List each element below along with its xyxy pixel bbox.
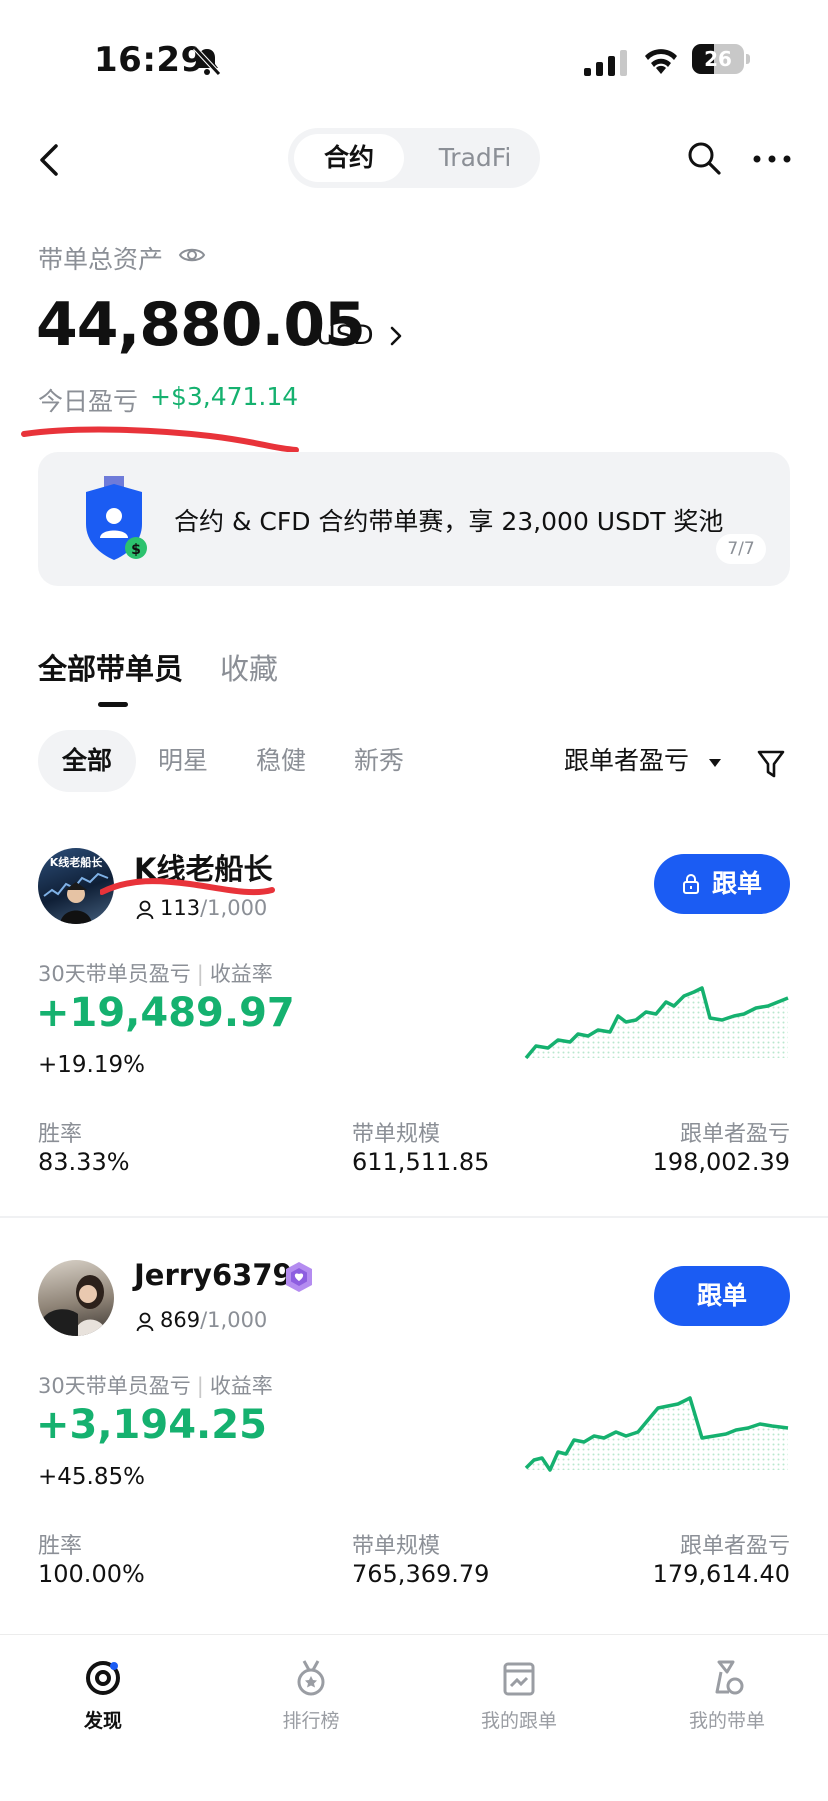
tab-all-traders[interactable]: 全部带单员 bbox=[38, 646, 183, 688]
assets-label: 带单总资产 bbox=[38, 245, 164, 274]
discover-icon bbox=[86, 1661, 120, 1695]
banner-text: 合约 & CFD 合约带单赛，享 23,000 USDT 奖池 bbox=[174, 507, 724, 536]
battery-indicator: 26 bbox=[692, 44, 752, 76]
nav-ranking[interactable]: 排行榜 bbox=[236, 1658, 386, 1733]
avatar-photo-image bbox=[42, 1275, 108, 1336]
followers-capacity: /1,000 bbox=[200, 1308, 268, 1332]
roi-label-text: 收益率 bbox=[209, 1374, 273, 1398]
active-tab-indicator bbox=[98, 702, 128, 707]
filter-icon[interactable] bbox=[756, 748, 786, 780]
more-icon[interactable] bbox=[752, 154, 792, 164]
pnl30-label-text: 30天带单员盈亏 bbox=[38, 1374, 191, 1398]
my-copy-icon bbox=[503, 1662, 535, 1696]
ranking-icon bbox=[297, 1660, 325, 1696]
followers-current: 113 bbox=[160, 896, 201, 920]
today-pnl-label: 今日盈亏 bbox=[38, 387, 139, 416]
pnl30-value: +19,489.97 bbox=[36, 990, 295, 1036]
roi-value: +19.19% bbox=[38, 1052, 145, 1078]
followers-icon bbox=[136, 900, 154, 920]
sort-dropdown[interactable]: 跟单者盈亏 bbox=[564, 730, 689, 792]
eye-icon[interactable] bbox=[178, 244, 206, 266]
followers-icon bbox=[136, 1312, 154, 1332]
chip-all[interactable]: 全部 bbox=[38, 730, 136, 792]
pnl-sparkline bbox=[524, 986, 789, 1060]
avatar-caption: K线老船长 bbox=[50, 855, 104, 869]
caret-down-icon[interactable] bbox=[708, 758, 722, 768]
stat-winrate-label: 胜率 bbox=[38, 1122, 83, 1147]
trader-name[interactable]: Jerry6379 bbox=[134, 1258, 293, 1292]
stat-scale-label: 带单规模 bbox=[352, 1534, 441, 1559]
stat-winrate-value: 83.33% bbox=[38, 1148, 130, 1176]
stat-follower-pnl-value: 198,002.39 bbox=[652, 1148, 790, 1176]
copy-trade-label: 跟单 bbox=[696, 1281, 747, 1310]
nav-label: 排行榜 bbox=[282, 1710, 340, 1732]
card-divider bbox=[0, 1216, 828, 1218]
roi-value: +45.85% bbox=[38, 1464, 145, 1490]
nav-discover[interactable]: 发现 bbox=[28, 1658, 178, 1733]
chevron-right-icon[interactable] bbox=[388, 324, 404, 348]
chip-newcomer[interactable]: 新秀 bbox=[354, 730, 404, 792]
copy-trade-label: 跟单 bbox=[711, 869, 762, 898]
followers-count: 869/1,000 bbox=[160, 1308, 267, 1332]
stat-scale-value: 765,369.79 bbox=[352, 1560, 490, 1588]
avatar[interactable] bbox=[38, 1260, 114, 1336]
nav-label: 我的跟单 bbox=[480, 1710, 557, 1732]
back-arrow-icon[interactable] bbox=[34, 140, 64, 180]
banner-page-counter: 7/7 bbox=[716, 534, 766, 564]
stat-follower-pnl-value: 179,614.40 bbox=[652, 1560, 790, 1588]
wifi-icon bbox=[645, 49, 677, 74]
followers-current: 869 bbox=[160, 1308, 201, 1332]
nav-my-copy[interactable]: 我的跟单 bbox=[444, 1658, 594, 1733]
tab-tradfi[interactable]: TradFi bbox=[420, 134, 530, 182]
status-time: 16:29 bbox=[94, 40, 205, 80]
signal-icon bbox=[584, 50, 627, 76]
nav-label: 我的带单 bbox=[688, 1710, 765, 1732]
stat-follower-pnl-label: 跟单者盈亏 bbox=[679, 1534, 790, 1559]
copy-trade-button[interactable]: 跟单 bbox=[654, 1266, 790, 1326]
chip-star[interactable]: 明星 bbox=[158, 730, 208, 792]
tab-contract[interactable]: 合约 bbox=[294, 134, 404, 182]
bell-muted-icon bbox=[193, 46, 221, 76]
followers-capacity: /1,000 bbox=[200, 896, 268, 920]
assets-unit: USD bbox=[316, 320, 374, 351]
stat-follower-pnl-label: 跟单者盈亏 bbox=[679, 1122, 790, 1147]
stat-winrate-label: 胜率 bbox=[38, 1534, 83, 1559]
nav-my-lead[interactable]: 我的带单 bbox=[652, 1658, 802, 1733]
pnl30-value: +3,194.25 bbox=[36, 1402, 267, 1448]
nav-label: 发现 bbox=[83, 1710, 122, 1732]
lock-icon bbox=[682, 874, 699, 894]
stat-winrate-value: 100.00% bbox=[38, 1560, 145, 1588]
today-pnl-value: +$3,471.14 bbox=[150, 382, 299, 411]
tab-favorites[interactable]: 收藏 bbox=[220, 646, 278, 688]
followers-count: 113/1,000 bbox=[160, 896, 267, 920]
svg-text:$: $ bbox=[131, 542, 141, 558]
pnl-sparkline bbox=[524, 1396, 789, 1472]
search-icon[interactable] bbox=[686, 140, 722, 176]
stat-scale-value: 611,511.85 bbox=[352, 1148, 490, 1176]
stat-scale-label: 带单规模 bbox=[352, 1122, 441, 1147]
my-lead-icon bbox=[715, 1660, 744, 1695]
roi-label-text: 收益率 bbox=[209, 962, 273, 986]
pnl30-label: 30天带单员盈亏 | 收益率 bbox=[38, 1374, 273, 1398]
copy-trade-button[interactable]: 跟单 bbox=[654, 854, 790, 914]
vip-badge-icon bbox=[286, 1262, 312, 1292]
chip-steady[interactable]: 稳健 bbox=[256, 730, 306, 792]
shield-badge-icon: $ bbox=[86, 476, 147, 560]
pnl30-label-text: 30天带单员盈亏 bbox=[38, 962, 191, 986]
pnl30-label: 30天带单员盈亏 | 收益率 bbox=[38, 962, 273, 986]
